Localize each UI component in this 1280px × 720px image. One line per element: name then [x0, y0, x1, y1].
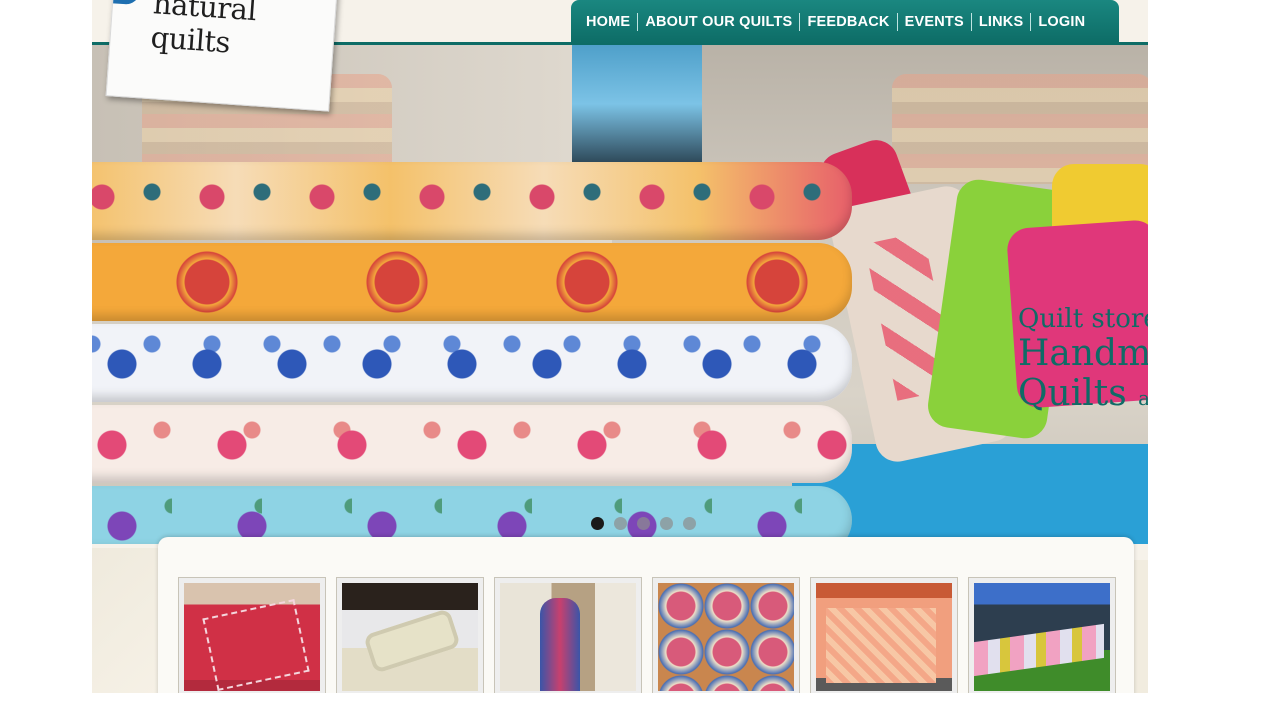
window-image: [572, 44, 702, 164]
quilt-image: [92, 486, 852, 544]
nav-link-home[interactable]: HOME: [586, 14, 630, 30]
logo-badge-icon: [113, 0, 142, 6]
slogan-word: Quilts: [1018, 373, 1127, 414]
quilt-image: [92, 324, 852, 402]
nav-list: HOME ABOUT OUR QUILTS FEEDBACK EVENTS LI…: [571, 0, 1119, 44]
rolled-quilts-thumb-image: [658, 583, 794, 691]
quilts-on-line-thumb-image: [974, 583, 1110, 691]
quilt-stack-image: [92, 162, 852, 544]
nav-item-login: LOGIN: [1023, 13, 1085, 31]
slogan-line: Quilt store: [1018, 304, 1148, 334]
nav-link-events[interactable]: EVENTS: [905, 14, 964, 30]
quilt-image: [92, 243, 852, 321]
nav-item-events: EVENTS: [890, 13, 964, 31]
decorative-panel: [1134, 560, 1148, 693]
nav-link-feedback[interactable]: FEEDBACK: [807, 14, 889, 30]
white-quilt-bed-thumb-image: [342, 583, 478, 691]
quilt-image: [92, 405, 852, 483]
thumbnail[interactable]: [336, 577, 484, 693]
thumbnail[interactable]: [178, 577, 326, 693]
nav-item-links: LINKS: [964, 13, 1024, 31]
site-container: Quilt store Handma Quilts an HOME ABOUT …: [92, 0, 1148, 693]
site-logo[interactable]: ❀❀❀ natural quilts: [105, 0, 339, 112]
slide-dot-3[interactable]: [637, 517, 650, 530]
thumbnail[interactable]: [494, 577, 642, 693]
thumbnail-list: [178, 577, 1116, 693]
hero-slideshow[interactable]: Quilt store Handma Quilts an: [92, 44, 1148, 544]
nav-item-home: HOME: [586, 14, 630, 30]
slide-dot-5[interactable]: [683, 517, 696, 530]
main-nav: HOME ABOUT OUR QUILTS FEEDBACK EVENTS LI…: [571, 0, 1119, 44]
slogan-line: Quilts an: [1018, 376, 1148, 412]
nav-item-about: ABOUT OUR QUILTS: [630, 13, 792, 31]
slogan-word: an: [1138, 386, 1148, 410]
quilt-image: [92, 162, 852, 240]
slide-dot-4[interactable]: [660, 517, 673, 530]
red-quilt-thumb-image: [184, 583, 320, 691]
slogan-line: Handma: [1018, 333, 1148, 374]
slide-dot-1[interactable]: [591, 517, 604, 530]
thumbnail[interactable]: [810, 577, 958, 693]
nav-link-links[interactable]: LINKS: [979, 14, 1024, 30]
nav-link-about[interactable]: ABOUT OUR QUILTS: [645, 14, 792, 30]
nav-link-login[interactable]: LOGIN: [1038, 14, 1085, 30]
thumbnail[interactable]: [652, 577, 800, 693]
person-in-quilt-thumb-image: [500, 583, 636, 691]
hero-slogan: Quilt store Handma Quilts an: [1018, 306, 1148, 412]
thumbnail-strip: [158, 537, 1134, 693]
slide-dot-2[interactable]: [614, 517, 627, 530]
slideshow-pagination: [591, 517, 696, 530]
thumbnail[interactable]: [968, 577, 1116, 693]
logo-text: natural quilts: [149, 0, 258, 60]
nav-item-feedback: FEEDBACK: [792, 13, 889, 31]
orange-bedspread-thumb-image: [816, 583, 952, 691]
decorative-panel: [92, 548, 158, 693]
